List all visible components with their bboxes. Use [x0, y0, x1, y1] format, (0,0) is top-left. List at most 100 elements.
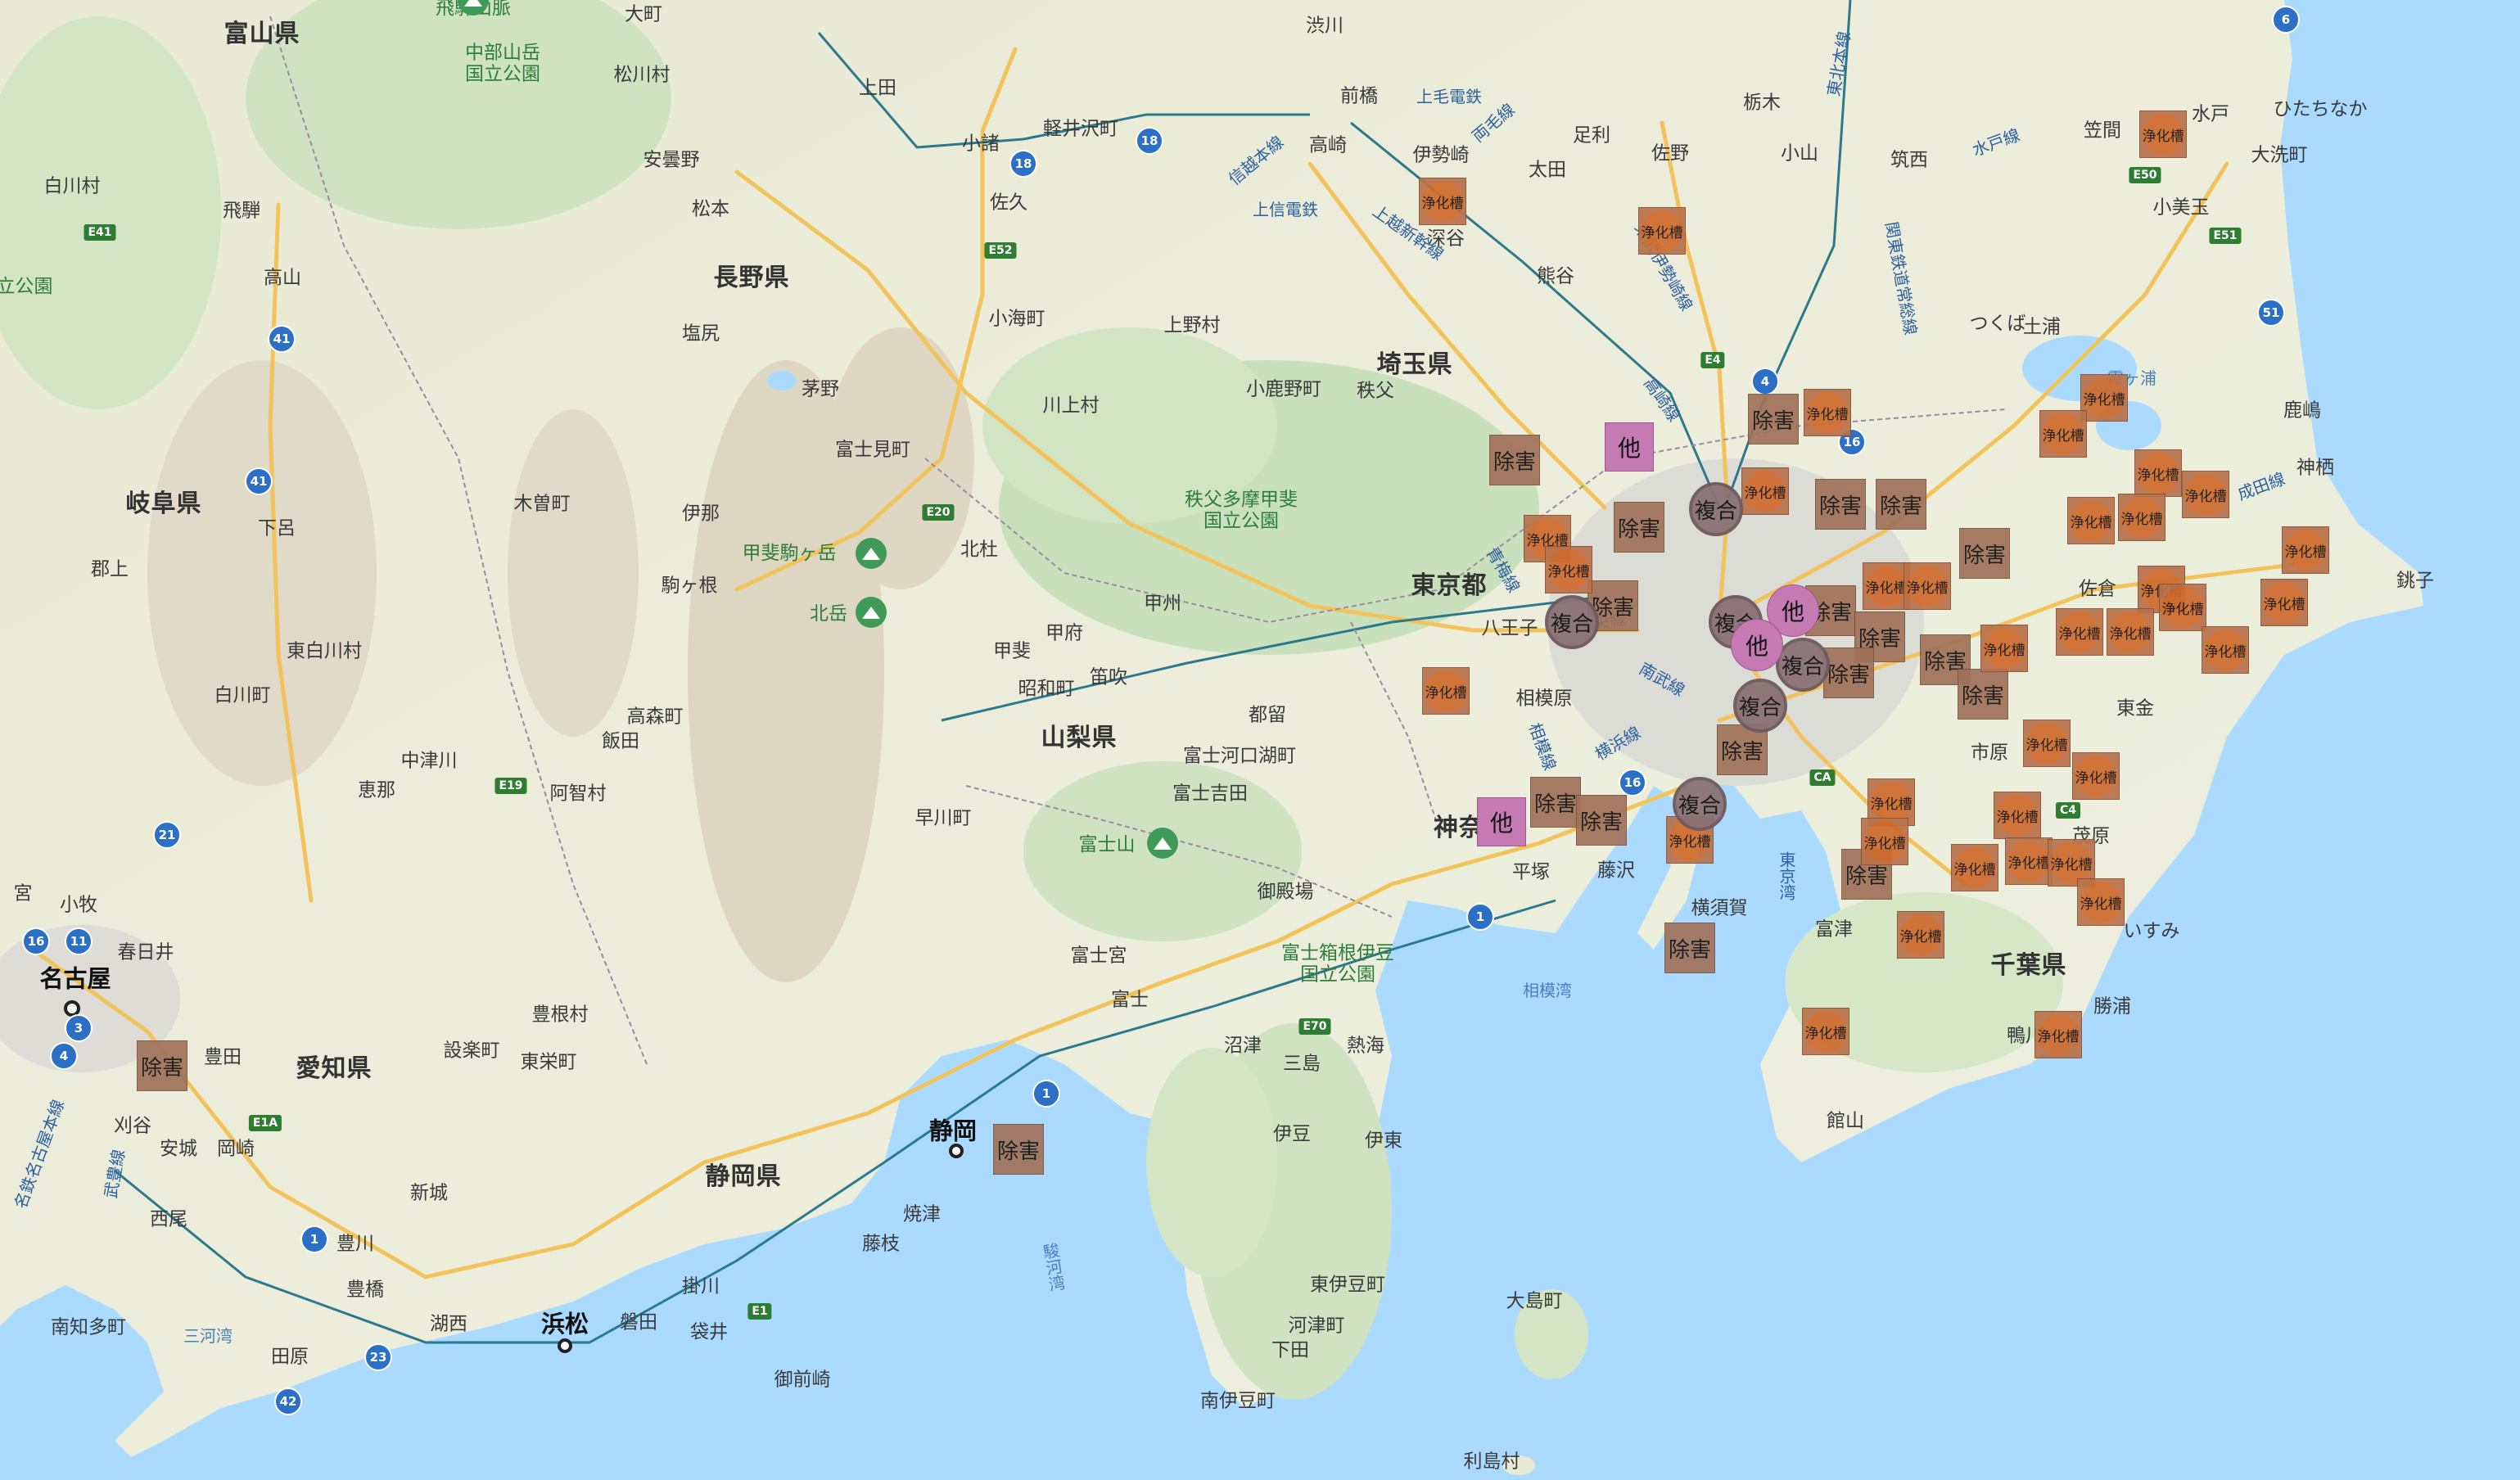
marker-fukugo[interactable]: 複合 — [1673, 777, 1727, 831]
marker-johkaso[interactable]: 浄化槽 — [1904, 562, 1951, 610]
marker-johkaso[interactable]: 浄化槽 — [1741, 467, 1789, 515]
marker-jogai[interactable]: 除害 — [1815, 479, 1866, 530]
marker-johkaso[interactable]: 浄化槽 — [1951, 844, 1998, 891]
marker-johkaso[interactable]: 浄化槽 — [2056, 608, 2103, 656]
marker-label: 浄化槽 — [1425, 670, 1467, 711]
marker-label: 浄化槽 — [2008, 841, 2050, 882]
marker-johkaso[interactable]: 浄化槽 — [1638, 207, 1686, 255]
marker-johkaso[interactable]: 浄化槽 — [2023, 720, 2071, 767]
marker-jogai[interactable]: 除害 — [1664, 923, 1715, 973]
marker-label: 浄化槽 — [1997, 795, 2039, 836]
highway-shield: E50 — [2129, 167, 2161, 183]
marker-johkaso[interactable]: 浄化槽 — [2159, 584, 2206, 631]
highway-shield: C4 — [2055, 802, 2081, 819]
marker-johkaso[interactable]: 浄化槽 — [1419, 178, 1466, 225]
marker-label: 浄化槽 — [1871, 782, 1913, 823]
route-shield: 1 — [300, 1225, 328, 1253]
marker-hoka[interactable]: 他 — [1605, 422, 1654, 472]
marker-label: 浄化槽 — [1422, 181, 1464, 222]
marker-hoka[interactable]: 他 — [1477, 797, 1526, 846]
marker-johkaso[interactable]: 浄化槽 — [2182, 471, 2229, 518]
marker-johkaso[interactable]: 浄化槽 — [2035, 1011, 2082, 1058]
marker-label: 浄化槽 — [2285, 530, 2327, 571]
marker-jogai[interactable]: 除害 — [1876, 479, 1926, 530]
route-shield: 18 — [1009, 150, 1037, 178]
marker-jogai[interactable]: 除害 — [1489, 435, 1540, 485]
highway-shield: CA — [1809, 769, 1836, 786]
marker-jogai[interactable]: 除害 — [1958, 669, 2008, 720]
mountain-icon[interactable] — [856, 597, 887, 628]
marker-johkaso[interactable]: 浄化槽 — [2077, 878, 2125, 926]
marker-johkaso[interactable]: 浄化槽 — [1422, 667, 1470, 715]
route-shield: 4 — [50, 1042, 78, 1070]
highway-shield: E1A — [248, 1115, 282, 1131]
route-shield: 21 — [153, 821, 181, 849]
highway-shield: E1 — [747, 1303, 772, 1320]
marker-jogai[interactable]: 除害 — [993, 1124, 1044, 1175]
marker-johkaso[interactable]: 浄化槽 — [2005, 837, 2053, 885]
marker-label: 浄化槽 — [1864, 821, 1906, 862]
marker-jogai[interactable]: 除害 — [137, 1040, 187, 1091]
marker-label: 浄化槽 — [2185, 474, 2227, 515]
route-shield: 11 — [65, 927, 93, 955]
marker-johkaso[interactable]: 浄化槽 — [2139, 111, 2187, 158]
marker-fukugo[interactable]: 複合 — [1545, 595, 1599, 649]
route-shield: 3 — [65, 1014, 93, 1042]
route-shield: 41 — [268, 325, 296, 353]
marker-johkaso[interactable]: 浄化槽 — [1980, 625, 2028, 672]
route-shield: 16 — [1619, 769, 1646, 796]
highway-shield: E70 — [1298, 1018, 1331, 1035]
marker-label: 浄化槽 — [1954, 847, 1996, 888]
marker-johkaso[interactable]: 浄化槽 — [2107, 608, 2154, 656]
marker-label: 浄化槽 — [2143, 114, 2184, 155]
marker-jogai[interactable]: 除害 — [1614, 502, 1664, 553]
marker-johkaso[interactable]: 浄化槽 — [2134, 449, 2182, 497]
marker-label: 浄化槽 — [1984, 628, 2025, 669]
marker-jogai[interactable]: 除害 — [1576, 795, 1627, 846]
marker-label: 浄化槽 — [1866, 566, 1908, 607]
route-shield: 16 — [22, 927, 50, 955]
map-canvas[interactable]: 富山県 長野県 埼玉県 東京都 山梨県 岐阜県 愛知県 静岡県 千葉県 神奈 名… — [0, 0, 2520, 1480]
marker-label: 浄化槽 — [2059, 611, 2101, 652]
highway-shield: E20 — [922, 504, 955, 521]
marker-label: 浄化槽 — [2084, 377, 2125, 418]
marker-johkaso[interactable]: 浄化槽 — [1861, 818, 1908, 865]
marker-label: 浄化槽 — [2138, 453, 2179, 494]
marker-johkaso[interactable]: 浄化槽 — [2202, 626, 2249, 674]
highway-shield: E41 — [84, 224, 116, 241]
marker-fukugo[interactable]: 複合 — [1689, 482, 1743, 536]
marker-label: 浄化槽 — [2205, 629, 2247, 670]
marker-hoka[interactable]: 他 — [1731, 619, 1783, 671]
marker-label: 浄化槽 — [2026, 723, 2068, 764]
marker-label: 浄化槽 — [2071, 500, 2112, 541]
marker-fukugo[interactable]: 複合 — [1776, 638, 1830, 692]
marker-johkaso[interactable]: 浄化槽 — [1994, 792, 2041, 839]
marker-johkaso[interactable]: 浄化槽 — [1545, 546, 1592, 593]
marker-jogai[interactable]: 除害 — [1823, 648, 1874, 698]
shizuoka-marker — [949, 1144, 964, 1158]
marker-johkaso[interactable]: 浄化槽 — [1897, 911, 1944, 959]
marker-label: 浄化槽 — [2038, 1014, 2080, 1055]
marker-label: 浄化槽 — [2162, 587, 2204, 628]
marker-label: 浄化槽 — [1907, 566, 1949, 607]
marker-johkaso[interactable]: 浄化槽 — [2072, 752, 2120, 800]
marker-label: 浄化槽 — [2075, 756, 2117, 796]
mountain-icon[interactable] — [1147, 828, 1178, 859]
marker-fukugo[interactable]: 複合 — [1733, 679, 1787, 733]
mountain-icon[interactable] — [856, 538, 887, 569]
marker-jogai[interactable]: 除害 — [1748, 394, 1799, 444]
marker-johkaso[interactable]: 浄化槽 — [2260, 579, 2308, 626]
route-shield: 18 — [1136, 127, 1163, 155]
marker-jogai[interactable]: 除害 — [1530, 777, 1581, 828]
marker-johkaso[interactable]: 浄化槽 — [1802, 1008, 1849, 1055]
highway-shield: E4 — [1700, 352, 1725, 368]
marker-johkaso[interactable]: 浄化槽 — [2118, 494, 2165, 541]
route-shield: 42 — [274, 1388, 302, 1415]
marker-johkaso[interactable]: 浄化槽 — [2282, 526, 2329, 574]
highway-shield: E51 — [2209, 228, 2242, 244]
marker-jogai[interactable]: 除害 — [1959, 528, 2010, 579]
marker-johkaso[interactable]: 浄化槽 — [2080, 374, 2128, 422]
marker-johkaso[interactable]: 浄化槽 — [2067, 497, 2115, 544]
marker-johkaso[interactable]: 浄化槽 — [2039, 410, 2087, 458]
marker-johkaso[interactable]: 浄化槽 — [1804, 389, 1851, 436]
